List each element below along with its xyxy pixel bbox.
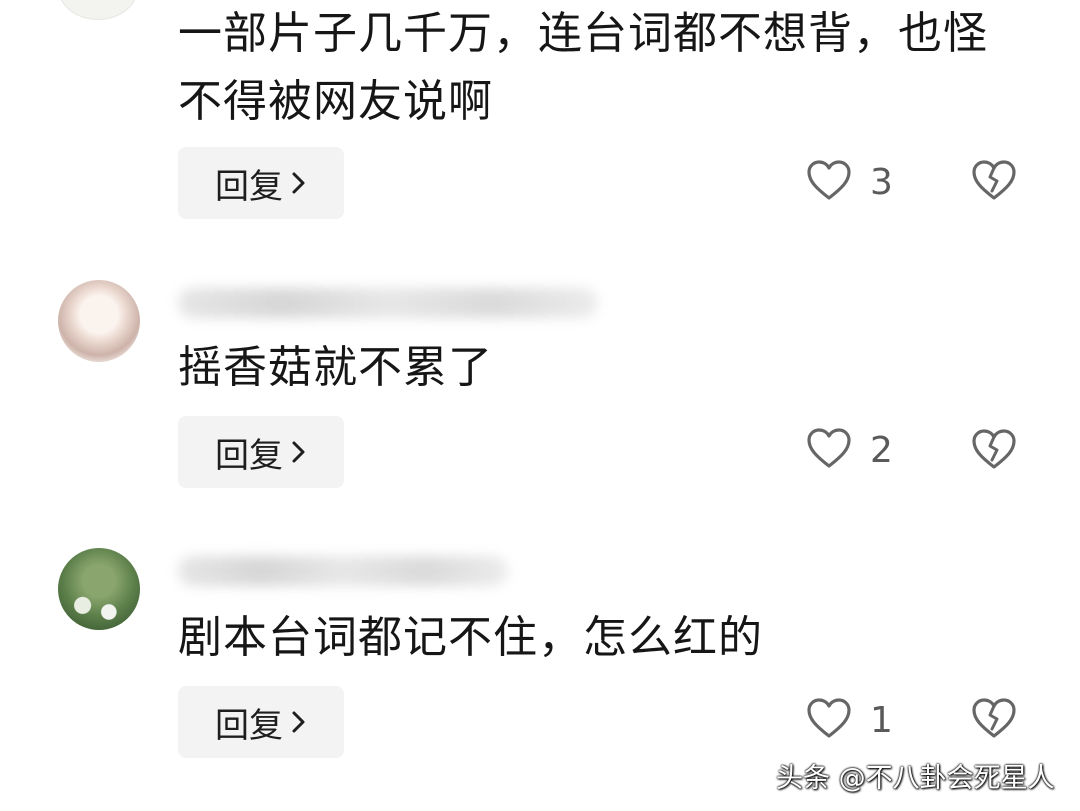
dislike-button[interactable] [970, 427, 1018, 475]
like-count: 2 [870, 429, 893, 471]
like-button[interactable]: 1 [806, 690, 906, 750]
broken-heart-icon [971, 428, 1017, 474]
dislike-button[interactable] [970, 158, 1018, 206]
like-count: 3 [870, 161, 893, 203]
reply-label: 回复 [215, 166, 283, 207]
heart-outline-icon [806, 697, 852, 743]
comment-text: 剧本台词都记不住，怎么红的 [178, 612, 763, 663]
commenter-avatar[interactable] [58, 0, 138, 20]
comment-text: 一部片子几千万，连台词都不想背，也怪不得被网友说啊 [178, 8, 988, 127]
reply-button[interactable]: 回复 [178, 147, 344, 219]
username-blurred[interactable] [178, 556, 508, 586]
like-button[interactable]: 3 [806, 152, 906, 212]
heart-outline-icon [806, 427, 852, 473]
dislike-button[interactable] [970, 696, 1018, 744]
reply-button[interactable]: 回复 [178, 686, 344, 758]
commenter-avatar[interactable] [58, 548, 140, 630]
username-blurred[interactable] [178, 288, 598, 318]
source-watermark: 头条 @不八卦会死星人 [776, 763, 1055, 794]
like-button[interactable]: 2 [806, 420, 906, 480]
reply-label: 回复 [215, 435, 283, 476]
like-count: 1 [870, 699, 893, 741]
commenter-avatar[interactable] [58, 280, 140, 362]
heart-outline-icon [806, 159, 852, 205]
chevron-right-icon [291, 440, 307, 464]
chevron-right-icon [291, 710, 307, 734]
broken-heart-icon [971, 697, 1017, 743]
chevron-right-icon [291, 171, 307, 195]
reply-label: 回复 [215, 705, 283, 746]
comment-text: 摇香菇就不累了 [178, 342, 493, 393]
reply-button[interactable]: 回复 [178, 416, 344, 488]
broken-heart-icon [971, 159, 1017, 205]
